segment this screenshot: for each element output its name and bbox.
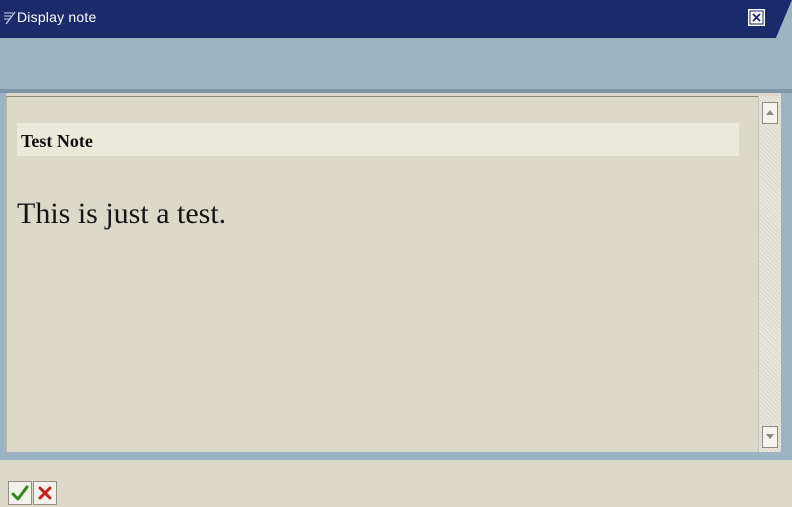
cancel-x-icon (38, 486, 52, 500)
vertical-scrollbar[interactable] (758, 96, 781, 452)
title-bar: Display note (0, 0, 792, 38)
note-content-area[interactable]: Test Note This is just a test. (6, 96, 758, 452)
note-header: Test Note (17, 123, 739, 156)
toolbar-band (0, 38, 792, 93)
footer-toolbar (0, 460, 792, 507)
cancel-button[interactable] (33, 481, 57, 505)
frame-right (781, 93, 792, 458)
checkmark-icon (11, 485, 29, 501)
close-icon[interactable] (748, 9, 765, 26)
note-pencil-icon (4, 11, 16, 25)
window-title: Display note (17, 9, 97, 25)
frame-bottom (0, 452, 792, 460)
toolbar-divider (0, 89, 792, 93)
scroll-up-button[interactable] (762, 102, 778, 124)
note-body-text: This is just a test. (17, 197, 227, 230)
arrow-down-icon (766, 434, 774, 439)
confirm-button[interactable] (8, 481, 32, 505)
scroll-down-button[interactable] (762, 426, 778, 448)
arrow-up-icon (766, 110, 774, 115)
title-bar-background (0, 0, 792, 38)
note-title: Test Note (21, 131, 93, 151)
